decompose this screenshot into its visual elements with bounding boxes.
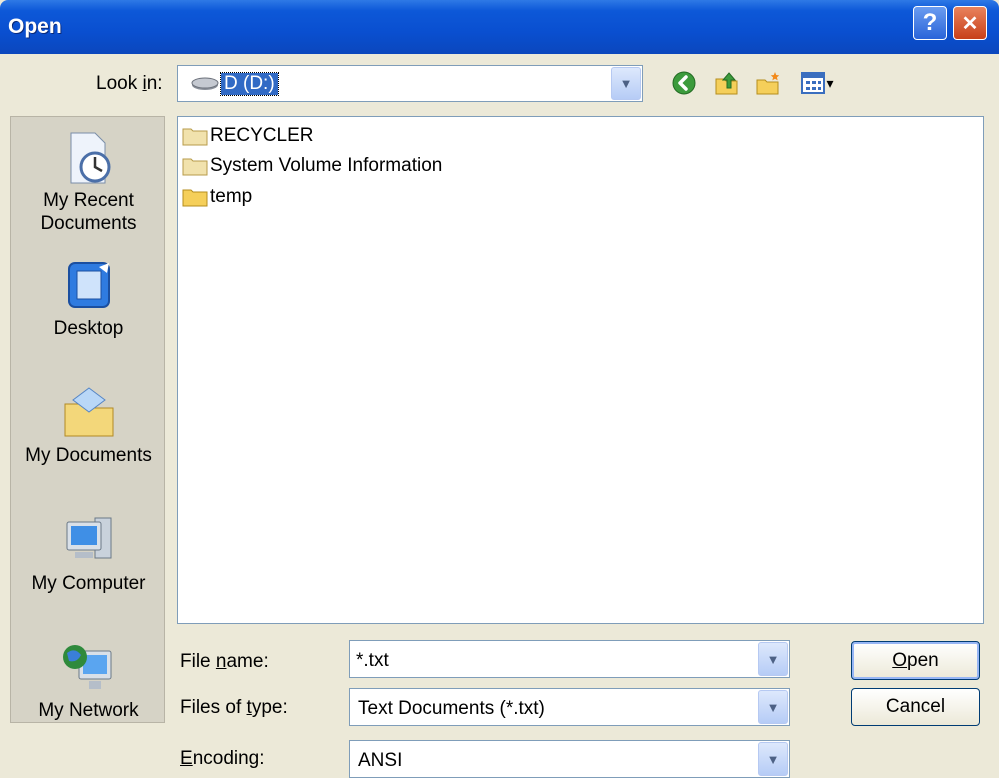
encoding-label: Encoding: bbox=[180, 748, 265, 769]
cancel-button[interactable]: Cancel bbox=[851, 688, 980, 726]
place-desktop[interactable]: Desktop bbox=[11, 255, 166, 340]
file-list[interactable]: RECYCLER System Volume Information temp bbox=[177, 116, 984, 624]
place-my-network[interactable]: My Network bbox=[11, 637, 166, 722]
drive-icon bbox=[191, 77, 219, 90]
chevron-down-icon: ▼ bbox=[766, 751, 780, 767]
back-icon bbox=[672, 71, 696, 95]
encoding-dropdown[interactable]: ANSI ▼ bbox=[349, 740, 790, 778]
window-title: Open bbox=[8, 15, 62, 38]
views-menu-icon bbox=[801, 72, 826, 94]
file-name-label: File name: bbox=[180, 651, 269, 672]
chevron-down-icon: ▼ bbox=[766, 651, 780, 667]
views-menu-button[interactable]: ▾ bbox=[795, 66, 839, 100]
desktop-icon bbox=[67, 262, 110, 308]
files-of-type-label: Files of type: bbox=[180, 697, 288, 718]
folder-icon bbox=[182, 189, 208, 207]
look-in-dropdown[interactable]: D (D:) ▼ bbox=[177, 65, 643, 102]
list-item[interactable]: temp bbox=[182, 185, 252, 209]
up-folder-icon bbox=[715, 72, 738, 95]
new-folder-icon bbox=[756, 72, 780, 95]
my-documents-icon bbox=[64, 387, 113, 437]
close-button[interactable]: ✕ bbox=[953, 6, 987, 40]
list-item[interactable]: RECYCLER bbox=[182, 124, 313, 148]
help-icon: ? bbox=[922, 9, 938, 36]
places-bar: My Recent Documents Desktop My Documents… bbox=[10, 116, 165, 723]
close-icon: ✕ bbox=[961, 12, 979, 35]
chevron-down-icon: ▼ bbox=[619, 76, 633, 91]
place-my-computer[interactable]: My Computer bbox=[11, 510, 166, 595]
my-network-icon bbox=[62, 645, 111, 689]
open-button[interactable]: Open bbox=[851, 641, 980, 680]
up-folder-button[interactable] bbox=[710, 66, 744, 100]
file-type-dropdown[interactable]: Text Documents (*.txt) ▼ bbox=[349, 688, 790, 726]
place-my-documents[interactable]: My Documents bbox=[11, 382, 166, 467]
look-in-label: Look in: bbox=[96, 73, 163, 94]
look-in-value: D (D:) bbox=[220, 72, 279, 96]
chevron-down-icon: ▼ bbox=[766, 699, 780, 715]
file-type-dropdown-button[interactable]: ▼ bbox=[758, 690, 788, 724]
folder-icon bbox=[182, 158, 208, 176]
folder-icon bbox=[182, 128, 208, 146]
help-button[interactable]: ? bbox=[913, 6, 947, 40]
title-bar[interactable]: Open ? ✕ bbox=[0, 0, 999, 54]
place-my-recent-documents[interactable]: My Recent Documents bbox=[11, 127, 166, 235]
file-name-dropdown-button[interactable]: ▼ bbox=[758, 642, 788, 676]
list-item[interactable]: System Volume Information bbox=[182, 154, 442, 178]
recent-documents-icon bbox=[70, 132, 110, 184]
chevron-down-icon: ▾ bbox=[826, 74, 834, 91]
back-button[interactable] bbox=[667, 66, 701, 100]
new-folder-button[interactable] bbox=[751, 66, 785, 100]
my-computer-icon bbox=[66, 517, 111, 559]
look-in-dropdown-button[interactable]: ▼ bbox=[611, 67, 641, 100]
file-name-input[interactable]: *.txt ▼ bbox=[349, 640, 790, 678]
